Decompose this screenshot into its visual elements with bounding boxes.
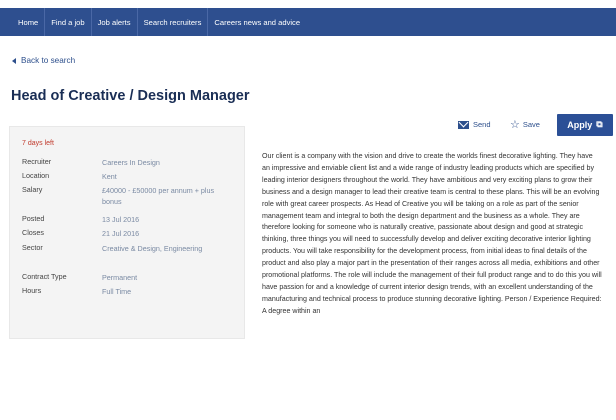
top-nav: Home Find a job Job alerts Search recrui… [0,8,616,36]
back-to-search-link[interactable]: Back to search [12,56,75,65]
page-title: Head of Creative / Design Manager [11,88,250,104]
detail-label: Sector [22,243,43,252]
detail-label: Contract Type [22,272,67,281]
detail-row-posted: Posted 13 Jul 2016 [22,214,224,225]
nav-careers-news[interactable]: Careers news and advice [208,8,306,36]
caret-left-icon [12,57,16,64]
nav-job-alerts[interactable]: Job alerts [92,8,138,36]
detail-row-sector: Sector Creative & Design, Engineering [22,243,224,254]
detail-label: Posted [22,214,45,223]
detail-row-salary: Salary £40000 - £50000 per annum + plus … [22,185,224,207]
job-description: Our client is a company with the vision … [262,152,602,315]
job-details-panel: 7 days left Recruiter Careers In Design … [9,126,245,339]
detail-label: Recruiter [22,157,52,166]
save-button[interactable]: ☆ Save [510,118,540,131]
nav-find-a-job[interactable]: Find a job [45,8,92,36]
detail-row-closes: Closes 21 Jul 2016 [22,228,224,239]
detail-value-posted: 13 Jul 2016 [102,215,140,224]
back-to-search-label: Back to search [21,56,76,65]
save-label: Save [522,120,540,129]
detail-label: Closes [22,228,44,237]
detail-row-recruiter: Recruiter Careers In Design [22,157,224,168]
detail-label: Salary [22,185,43,194]
nav-items: Home Find a job Job alerts Search recrui… [12,8,306,36]
nav-home[interactable]: Home [12,8,46,36]
detail-value-recruiter[interactable]: Careers In Design [102,157,224,168]
detail-value-salary: £40000 - £50000 per annum + plus bonus [102,186,215,206]
days-left-badge: 7 days left [22,140,54,147]
envelope-icon [458,120,469,129]
nav-search-recruiters[interactable]: Search recruiters [138,8,209,36]
detail-value-contract-type[interactable]: Permanent [102,272,224,283]
detail-value-location: Kent [102,172,117,181]
send-label: Send [473,120,491,129]
detail-label: Hours [22,286,42,295]
apply-button[interactable]: Apply ⧉ [557,114,613,136]
apply-label: Apply [567,120,593,130]
external-link-icon: ⧉ [596,120,603,130]
detail-row-location: Location Kent [22,171,224,182]
send-button[interactable]: Send [458,120,491,129]
detail-row-contract-type: Contract Type Permanent [22,272,224,283]
detail-row-hours: Hours Full Time [22,286,224,297]
detail-value-hours[interactable]: Full Time [102,286,224,297]
star-icon: ☆ [510,118,520,131]
detail-value-sector[interactable]: Creative & Design, Engineering [102,243,224,254]
detail-label: Location [22,171,50,180]
detail-value-closes: 21 Jul 2016 [102,229,140,238]
